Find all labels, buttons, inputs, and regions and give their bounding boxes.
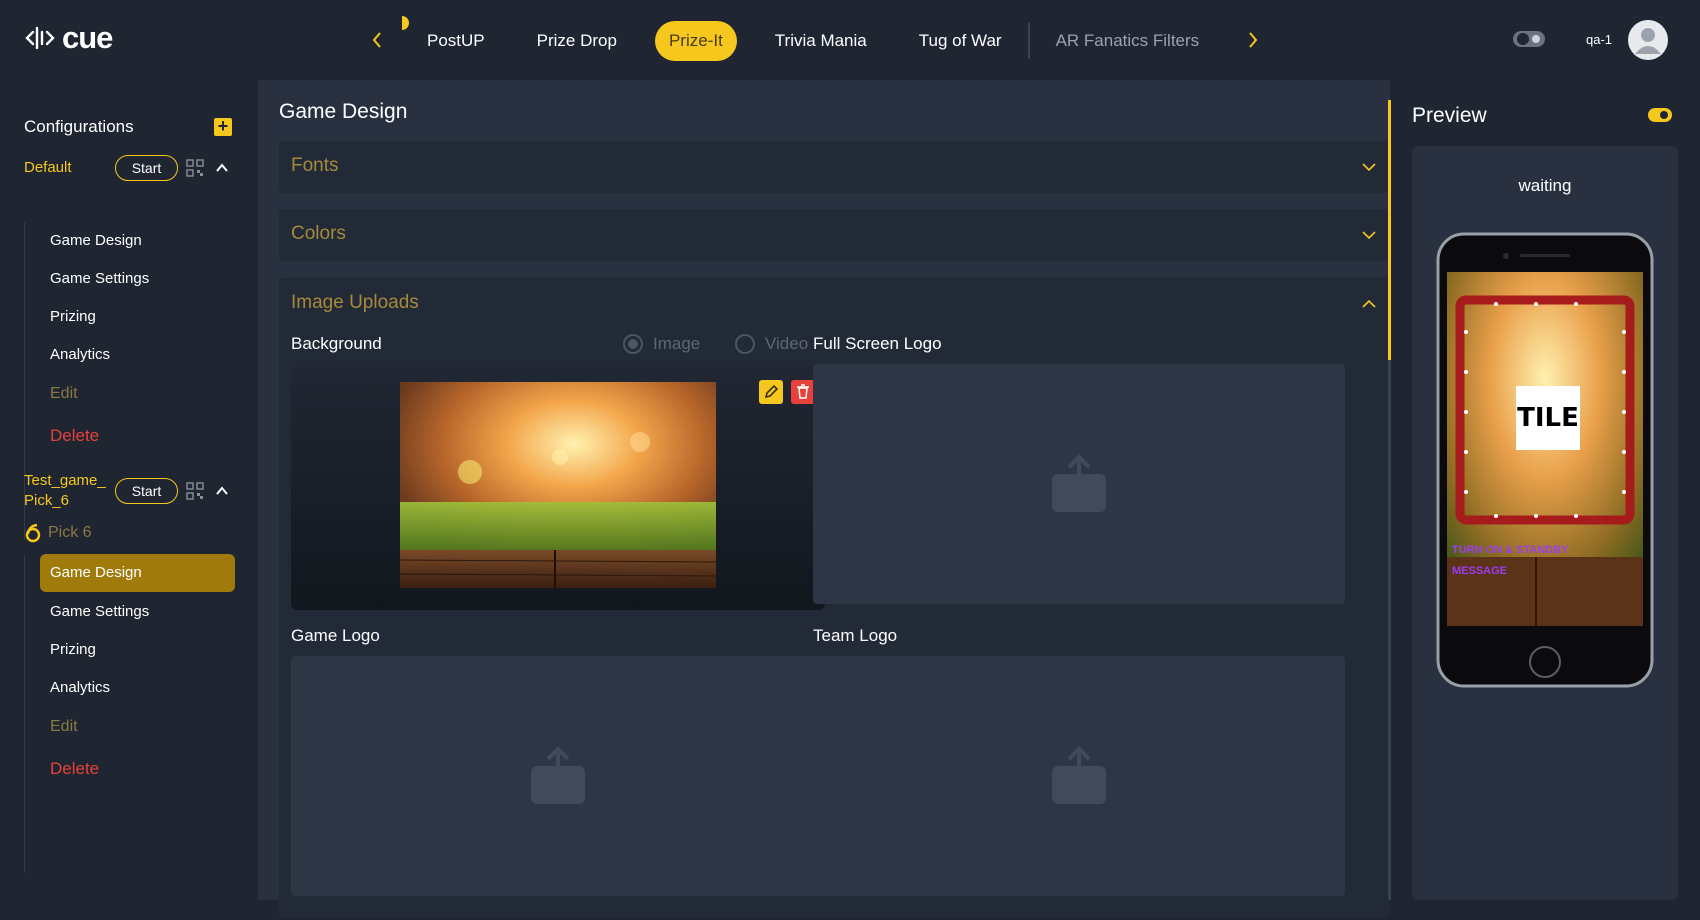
team-logo-upload[interactable] [813, 656, 1345, 896]
half-circle-icon [402, 16, 409, 30]
preview-banner-line2: MESSAGE [1452, 565, 1508, 577]
nav-next-button[interactable] [1241, 26, 1265, 54]
tab-prize-drop[interactable]: Prize Drop [523, 21, 631, 61]
preview-banner: TURN ON & STANDBY MESSAGE [1452, 540, 1612, 582]
configurations-sidebar: Configurations + Default Start Game Desi… [0, 80, 258, 920]
menu-game-design-active[interactable]: Game Design [50, 564, 142, 581]
edit-background-button[interactable] [759, 380, 783, 404]
full-screen-logo-upload[interactable] [813, 364, 1345, 604]
phone-mockup: TILE TURN ON & STANDBY MESSAGE [1436, 232, 1654, 688]
tab-trivia-mania[interactable]: Trivia Mania [761, 21, 881, 61]
radio-image[interactable]: Image [623, 334, 700, 354]
menu-game-design[interactable]: Game Design [50, 232, 142, 249]
preview-card: waiting TILE TURN ON & STANDBY MESSAGE [1412, 146, 1678, 900]
chevron-up-icon[interactable] [214, 160, 230, 176]
menu-delete[interactable]: Delete [50, 759, 99, 779]
preview-status: waiting [1518, 176, 1572, 195]
config-name-test-game[interactable]: Test_game_ Pick_6 [24, 471, 106, 511]
chevron-left-icon [372, 32, 381, 48]
game-logo-upload[interactable] [291, 656, 825, 896]
tab-divider [1027, 23, 1030, 59]
image-uploads-section: Image Uploads Background Image Video Ful… [279, 278, 1389, 918]
full-screen-logo-label: Full Screen Logo [813, 334, 942, 353]
upload-icon [1052, 454, 1106, 512]
preview-panel: Preview waiting TILE TURN ON & STANDBY M… [1394, 80, 1700, 920]
tab-postup[interactable]: PostUP [413, 21, 499, 61]
pick-6-label: Pick 6 [24, 523, 92, 543]
upload-icon [1052, 746, 1106, 804]
tab-tug-of-war[interactable]: Tug of War [905, 21, 1016, 61]
background-label: Background [291, 334, 382, 353]
menu-edit[interactable]: Edit [50, 718, 78, 736]
start-button-default[interactable]: Start [115, 155, 178, 181]
preview-toggle-icon[interactable] [1648, 108, 1672, 122]
game-logo-label: Game Logo [291, 626, 380, 645]
qr-code-icon[interactable] [186, 159, 204, 177]
plus-icon: + [217, 116, 229, 136]
menu-prizing[interactable]: Prizing [50, 641, 96, 658]
top-bar: cue PostUP Prize Drop Prize-It Trivia Ma… [0, 0, 1700, 80]
background-upload[interactable] [291, 366, 825, 610]
qr-code-icon[interactable] [186, 482, 204, 500]
user-icon [1635, 28, 1661, 54]
menu-analytics[interactable]: Analytics [50, 346, 110, 363]
background-image [400, 382, 716, 588]
colors-section-title: Colors [291, 223, 346, 244]
menu-delete[interactable]: Delete [50, 426, 99, 446]
user-name: qa-1 [1586, 32, 1613, 47]
config-name-default[interactable]: Default [24, 158, 72, 178]
game-type-tabs: PostUP Prize Drop Prize-It Trivia Mania … [413, 21, 1237, 61]
chevron-down-icon [1362, 231, 1376, 240]
radio-video-circle [735, 334, 755, 354]
nav-prev-button[interactable] [365, 26, 389, 54]
theme-toggle-icon[interactable] [1512, 29, 1546, 49]
page-title: Game Design [279, 100, 408, 123]
chevron-right-icon [1249, 32, 1258, 48]
chevron-up-icon[interactable] [1361, 296, 1377, 312]
tab-prize-it[interactable]: Prize-It [654, 21, 737, 61]
radio-image-circle [623, 334, 643, 354]
tree-line [24, 555, 25, 873]
upload-icon [531, 746, 585, 804]
main-scrollbar-thumb[interactable] [1388, 100, 1391, 360]
team-logo-label: Team Logo [813, 626, 898, 645]
image-uploads-title[interactable]: Image Uploads [291, 292, 419, 314]
delete-background-button[interactable] [791, 380, 815, 404]
game-design-panel: Game Design Fonts Colors Image Uploads B… [258, 80, 1390, 918]
fonts-section-title: Fonts [291, 155, 339, 176]
pick-6-icon [25, 523, 41, 543]
config-name-line1: Test_game_ [24, 472, 106, 489]
pick-6-text: Pick 6 [48, 524, 92, 541]
menu-game-settings[interactable]: Game Settings [50, 270, 149, 287]
chevron-down-icon [1362, 163, 1376, 172]
pencil-icon [764, 384, 779, 399]
fonts-section[interactable]: Fonts [279, 141, 1389, 193]
logo-mark-icon [25, 26, 55, 50]
menu-analytics[interactable]: Analytics [50, 679, 110, 696]
cue-logo[interactable]: cue [24, 20, 113, 56]
menu-game-settings[interactable]: Game Settings [50, 603, 149, 620]
logo-text: cue [62, 20, 113, 55]
add-configuration-button[interactable]: + [214, 116, 232, 136]
colors-section[interactable]: Colors [279, 209, 1389, 261]
preview-title: Preview [1412, 104, 1487, 127]
menu-edit[interactable]: Edit [50, 385, 78, 403]
radio-image-label: Image [653, 334, 701, 353]
tab-ar-fanatics-filters[interactable]: AR Fanatics Filters [1042, 21, 1214, 61]
avatar[interactable] [1628, 20, 1668, 60]
menu-prizing[interactable]: Prizing [50, 308, 96, 325]
radio-video[interactable]: Video [735, 334, 808, 354]
radio-video-label: Video [765, 334, 809, 353]
preview-banner-line1: TURN ON & STANDBY [1452, 544, 1569, 556]
start-button-test-game[interactable]: Start [115, 478, 178, 504]
trash-icon [797, 384, 809, 399]
preview-tile-text: TILE [1517, 403, 1579, 433]
config-name-line2: Pick_6 [24, 492, 70, 509]
chevron-up-icon[interactable] [214, 483, 230, 499]
configurations-title: Configurations [24, 117, 134, 136]
